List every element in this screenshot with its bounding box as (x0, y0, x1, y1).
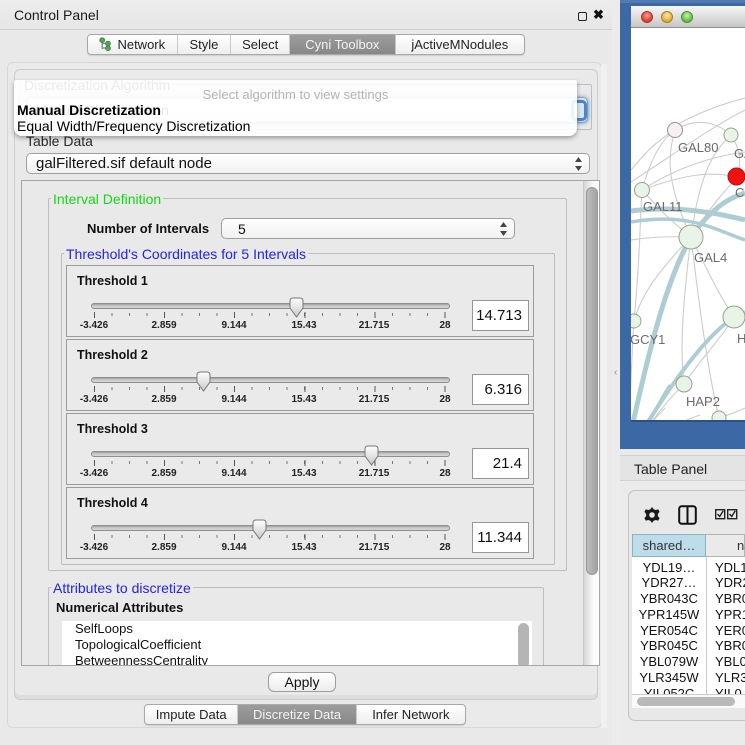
svg-text:GAL80: GAL80 (678, 140, 718, 155)
svg-text:GAL4: GAL4 (694, 250, 727, 265)
svg-text:GAL11: GAL11 (643, 199, 683, 214)
svg-text:GA: GA (734, 146, 745, 161)
svg-text:H: H (737, 331, 745, 346)
svg-text:HAP2: HAP2 (686, 394, 720, 409)
svg-text:C: C (735, 185, 744, 200)
svg-text:GCY1: GCY1 (631, 332, 665, 347)
